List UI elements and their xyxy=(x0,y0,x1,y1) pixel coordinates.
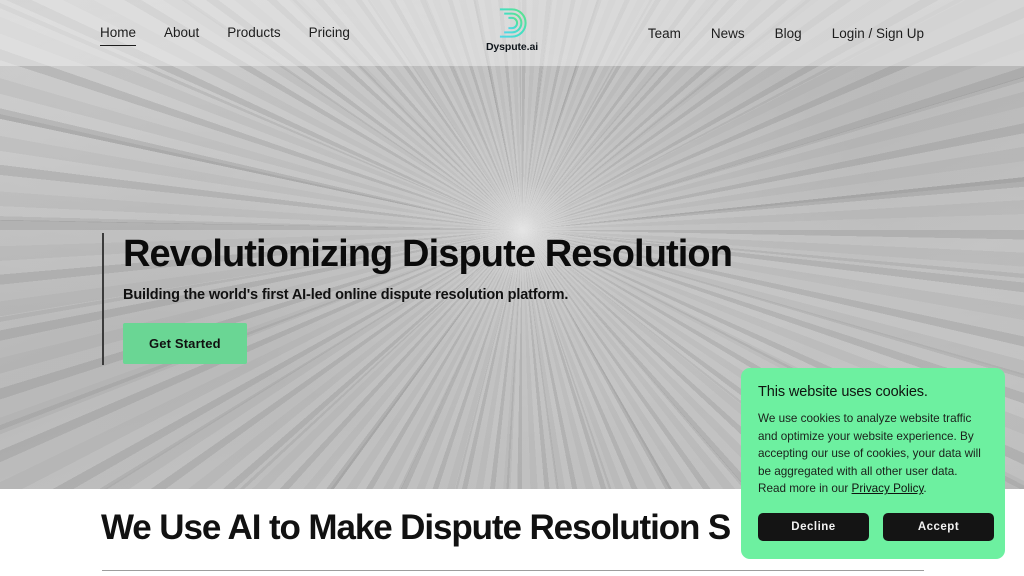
hero-title: Revolutionizing Dispute Resolution xyxy=(123,233,733,275)
spiral-d-logo-icon xyxy=(499,8,527,38)
hero-subtitle: Building the world's first AI-led online… xyxy=(123,287,569,303)
primary-navigation: Home About Products Pricing xyxy=(100,25,350,46)
cookie-banner-title: This website uses cookies. xyxy=(758,384,928,400)
section-title: We Use AI to Make Dispute Resolution S xyxy=(101,508,731,547)
decline-cookies-button[interactable]: Decline xyxy=(758,513,869,541)
nav-item-home[interactable]: Home xyxy=(100,25,137,46)
secondary-navigation: Team News Blog Login / Sign Up xyxy=(648,26,924,46)
nav-item-pricing[interactable]: Pricing xyxy=(309,25,350,45)
cookie-banner-body: We use cookies to analyze website traffi… xyxy=(758,410,988,498)
section-divider xyxy=(102,570,924,571)
brand-logo[interactable]: Dyspute.ai xyxy=(464,6,560,53)
get-started-button[interactable]: Get Started xyxy=(123,323,247,364)
nav-item-products[interactable]: Products xyxy=(227,25,280,45)
nav-item-about[interactable]: About xyxy=(164,25,199,45)
site-header: Home About Products Pricing Dyspute.ai T… xyxy=(0,0,1024,66)
nav-item-login-signup[interactable]: Login / Sign Up xyxy=(832,26,924,46)
cookie-banner-actions: Decline Accept xyxy=(758,513,994,541)
privacy-policy-link[interactable]: Privacy Policy xyxy=(852,482,924,495)
nav-item-team[interactable]: Team xyxy=(648,26,681,46)
nav-item-blog[interactable]: Blog xyxy=(775,26,802,46)
hero-accent-bar xyxy=(102,233,104,365)
cookie-consent-banner: This website uses cookies. We use cookie… xyxy=(741,368,1005,559)
cookie-body-text-end: . xyxy=(923,482,927,496)
accept-cookies-button[interactable]: Accept xyxy=(883,513,994,541)
brand-name: Dyspute.ai xyxy=(485,41,539,53)
page-root: Home About Products Pricing Dyspute.ai T… xyxy=(0,0,1024,576)
nav-item-news[interactable]: News xyxy=(711,26,745,46)
hero-content: Revolutionizing Dispute Resolution Build… xyxy=(123,231,763,364)
